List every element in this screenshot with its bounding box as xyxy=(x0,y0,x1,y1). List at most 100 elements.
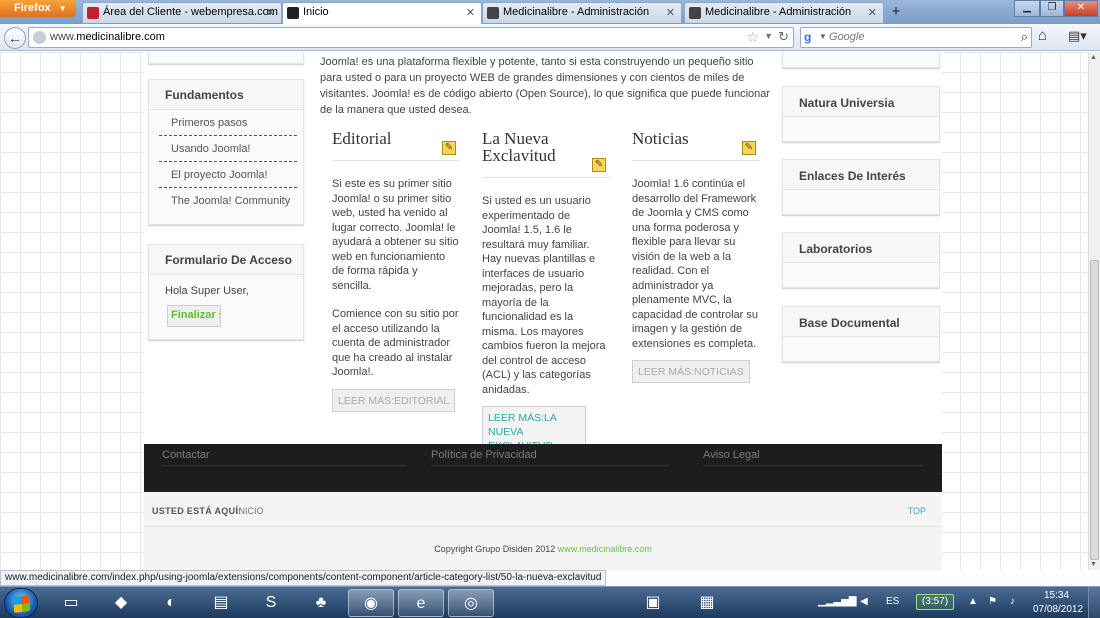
speaker-icon[interactable]: ♪ xyxy=(1010,596,1015,607)
footer-link-contactar[interactable]: Contactar xyxy=(162,449,407,466)
taskbar-app-icon[interactable]: ◆ xyxy=(98,589,144,617)
module-title: Fundamentos xyxy=(149,80,303,110)
breadcrumb-area: USTED ESTÁ AQUÍ: INICIO TOP Copyright Gr… xyxy=(144,492,942,570)
show-desktop-button[interactable] xyxy=(1088,587,1100,618)
edit-pencil-icon[interactable]: ✎ xyxy=(442,141,456,155)
taskbar-app-icon[interactable]: ▤ xyxy=(198,589,244,617)
internet-explorer-icon[interactable]: e xyxy=(398,589,444,617)
home-icon[interactable]: ⌂ xyxy=(1038,27,1047,44)
url-history-dropdown-icon[interactable]: ▼ xyxy=(764,31,773,41)
restore-icon[interactable]: ❐ xyxy=(1040,0,1064,17)
right-module-partial xyxy=(782,52,940,68)
page-viewport: Fundamentos Primeros pasos Usando Joomla… xyxy=(0,52,1088,570)
module-title: Formulario De Acceso xyxy=(149,245,303,275)
tab-medicinalibre-admin-2[interactable]: Medicinalibre - Administración ✕ xyxy=(684,2,884,23)
bookmark-star-icon[interactable]: ☆ xyxy=(746,29,759,46)
menu-item-usando-joomla[interactable]: Usando Joomla! xyxy=(159,136,297,162)
scroll-up-icon[interactable]: ▲ xyxy=(1090,54,1097,61)
browser-titlebar: Firefox ▼ Área del Cliente - webempresa.c… xyxy=(0,0,1100,24)
taskbar-app-icon[interactable]: ◐ xyxy=(148,589,194,617)
footer-link-aviso-legal[interactable]: Aviso Legal xyxy=(703,449,923,466)
network-signal-icon[interactable]: ▁▂▃▅▇ xyxy=(818,596,856,607)
article-title[interactable]: Editorial xyxy=(332,130,460,147)
vertical-scrollbar[interactable]: ▲ ▼ xyxy=(1088,52,1100,570)
module-title[interactable]: Enlaces De Interés xyxy=(783,160,939,190)
breadcrumb-label: USTED ESTÁ AQUÍ: xyxy=(152,506,242,516)
article-title[interactable]: Noticias xyxy=(632,130,760,147)
article-editorial: Editorial ✎ Si este es su primer sitio J… xyxy=(332,130,460,412)
scroll-thumb[interactable] xyxy=(1090,260,1099,560)
tab-close-icon[interactable]: ✕ xyxy=(868,6,877,19)
action-center-icon[interactable]: ⚑ xyxy=(988,596,997,607)
right-module-natura: Natura Universia xyxy=(782,86,940,142)
skype-icon[interactable]: S xyxy=(248,589,294,617)
windows-taskbar: ▭ ◆ ◐ ▤ S ♣ ◉ e ◎ ▣ ▦ ▁▂▃▅▇ ◀ ES (3:57) … xyxy=(0,586,1100,618)
menu-item-joomla-community[interactable]: The Joomla! Community xyxy=(159,188,297,214)
readmore-editorial-button[interactable]: LEER MÁS:EDITORIAL xyxy=(332,388,456,412)
search-magnifier-icon[interactable]: ⌕ xyxy=(1021,29,1028,45)
article-paragraph: Joomla! 1.6 continúa el desarrollo del F… xyxy=(632,178,758,350)
search-placeholder: Google xyxy=(829,31,865,43)
footer-link-privacidad[interactable]: Política de Privacidad xyxy=(431,449,669,466)
module-title[interactable]: Natura Universia xyxy=(783,87,939,117)
battery-indicator[interactable]: (3:57) xyxy=(916,594,954,610)
taskbar-app-icon[interactable]: ◎ xyxy=(448,589,494,617)
article-body: Joomla! 1.6 continúa el desarrollo del F… xyxy=(632,177,760,351)
right-module-enlaces: Enlaces De Interés xyxy=(782,159,940,215)
title-rule: ✎ xyxy=(332,141,460,161)
url-bar[interactable]: www.medicinalibre.com ☆ ▼ ↻ xyxy=(28,27,794,48)
tab-close-icon[interactable]: ✕ xyxy=(666,6,675,19)
tray-app-icon[interactable]: ▣ xyxy=(630,589,676,617)
title-rule: ✎ xyxy=(632,141,760,161)
edit-pencil-icon[interactable]: ✎ xyxy=(742,141,756,155)
window-close-icon[interactable]: ✕ xyxy=(1064,0,1098,17)
menu-item-primeros-pasos[interactable]: Primeros pasos xyxy=(159,110,297,136)
bookmarks-menu-icon[interactable]: ▤▾ xyxy=(1068,28,1087,44)
copyright-site-link[interactable]: www.medicinalibre.com xyxy=(558,544,652,554)
edit-pencil-icon[interactable]: ✎ xyxy=(592,158,606,172)
minimize-icon[interactable]: ▁ xyxy=(1014,0,1040,17)
joomla-favicon-icon xyxy=(689,7,701,19)
divider xyxy=(144,526,942,527)
clock-time[interactable]: 15:34 xyxy=(1044,590,1069,601)
article-noticias: Noticias ✎ Joomla! 1.6 continúa el desar… xyxy=(632,130,760,383)
module-title[interactable]: Base Documental xyxy=(783,307,939,337)
language-indicator[interactable]: ES xyxy=(886,596,899,607)
firefox-menu-button[interactable]: Firefox ▼ xyxy=(0,0,76,17)
article-title[interactable]: La Nueva Exclavitud xyxy=(482,130,610,164)
tab-area-cliente[interactable]: Área del Cliente - webempresa.com ✕ xyxy=(82,2,282,23)
title-rule: ✎ xyxy=(482,158,610,178)
logout-button[interactable]: Finalizar sesión xyxy=(167,305,221,327)
site-identity-icon[interactable] xyxy=(33,31,46,44)
back-arrow-icon[interactable]: ← xyxy=(4,27,26,49)
tab-close-icon[interactable]: ✕ xyxy=(466,6,475,19)
fundamentos-module: Fundamentos Primeros pasos Usando Joomla… xyxy=(148,79,304,225)
clock-date[interactable]: 07/08/2012 xyxy=(1033,604,1083,615)
copyright-text: Copyright Grupo Disiden 2012 xyxy=(434,544,556,554)
back-to-top-link[interactable]: TOP xyxy=(908,506,926,516)
article-la-nueva-exclavitud: La Nueva Exclavitud ✎ Si usted es un usu… xyxy=(482,130,610,457)
taskbar-app-icon[interactable]: ♣ xyxy=(298,589,344,617)
article-paragraph: Comience con su sitio por el acceso util… xyxy=(332,308,459,378)
readmore-noticias-button[interactable]: LEER MÁS:NOTICIAS xyxy=(632,360,750,383)
show-hidden-icons-icon[interactable]: ▲ xyxy=(968,596,978,607)
login-module: Formulario De Acceso Hola Super User, Fi… xyxy=(148,244,304,340)
search-engine-dropdown-icon[interactable]: ▼ xyxy=(819,32,827,41)
tab-close-icon[interactable]: ✕ xyxy=(266,6,275,19)
search-bar[interactable]: g ▼ Google ⌕ xyxy=(800,27,1032,48)
reload-icon[interactable]: ↻ xyxy=(778,29,789,45)
explorer-folder-icon[interactable]: ▭ xyxy=(48,589,94,617)
volume-icon[interactable]: ◀ xyxy=(860,596,868,607)
google-engine-icon[interactable]: g xyxy=(804,30,818,44)
module-title[interactable]: Laboratorios xyxy=(783,233,939,263)
start-orb-icon[interactable] xyxy=(4,588,38,618)
new-tab-plus-icon[interactable]: + xyxy=(887,4,905,22)
menu-item-proyecto-joomla[interactable]: El proyecto Joomla! xyxy=(159,162,297,188)
tray-app-icon[interactable]: ▦ xyxy=(684,589,730,617)
joomla-favicon-icon xyxy=(487,7,499,19)
article-paragraph: Si este es su primer sitio Joomla! o su … xyxy=(332,178,459,292)
firefox-taskbar-icon[interactable]: ◉ xyxy=(348,589,394,617)
tab-medicinalibre-admin-1[interactable]: Medicinalibre - Administración ✕ xyxy=(482,2,682,23)
tab-inicio[interactable]: Inicio ✕ xyxy=(282,2,482,24)
scroll-down-icon[interactable]: ▼ xyxy=(1090,561,1097,568)
